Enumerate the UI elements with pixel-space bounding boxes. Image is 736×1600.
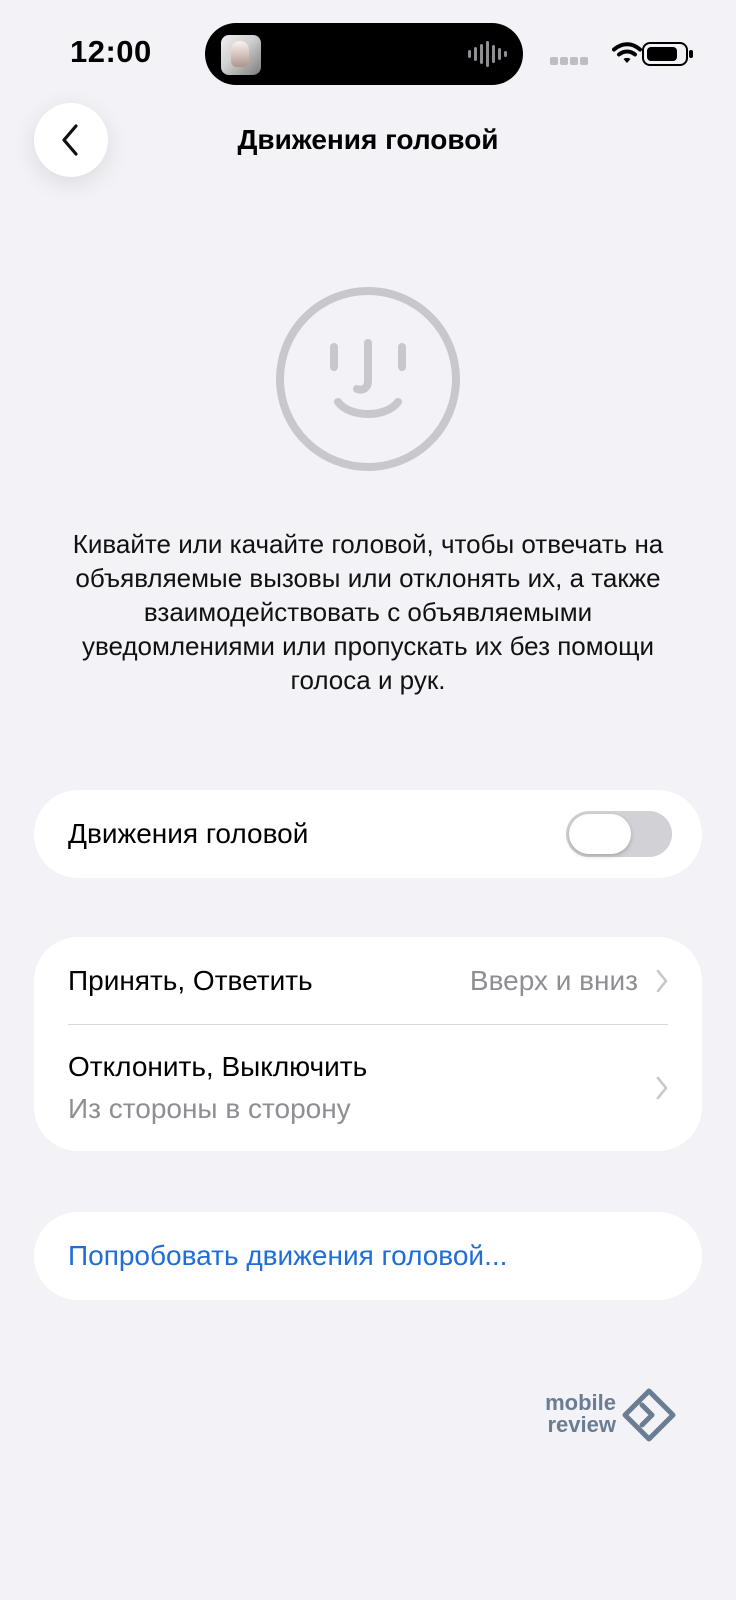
page-title: Движения головой	[237, 124, 499, 155]
accept-answer-label: Принять, Ответить	[68, 965, 313, 996]
accept-answer-value: Вверх и вниз	[469, 965, 638, 996]
chevron-right-icon	[656, 969, 668, 993]
audio-waveform-icon	[468, 41, 507, 67]
watermark-text: mobile review	[528, 1392, 616, 1436]
head-gestures-toggle-card: Движения головой	[34, 790, 702, 878]
accept-answer-row[interactable]: Принять, Ответить Вверх и вниз	[34, 937, 702, 1025]
dynamic-island[interactable]	[205, 23, 523, 85]
mobile-review-logo-icon	[622, 1388, 676, 1442]
try-head-gestures-link[interactable]: Попробовать движения головой...	[68, 1238, 507, 1274]
try-head-gestures-card[interactable]: Попробовать движения головой...	[34, 1212, 702, 1300]
mobile-review-watermark: mobile review	[528, 1386, 678, 1444]
status-icons	[534, 39, 694, 69]
switch-knob	[569, 814, 631, 854]
head-gestures-label: Движения головой	[68, 818, 309, 849]
album-art	[221, 35, 261, 75]
face-icon	[276, 287, 460, 471]
feature-description: Кивайте или качайте головой, чтобы отвеч…	[72, 529, 664, 695]
chevron-right-icon	[656, 1076, 668, 1100]
decline-dismiss-sublabel: Из стороны в сторону	[68, 1093, 351, 1124]
watermark-line-2: review	[547, 1412, 617, 1437]
status-bar: 12:00	[0, 0, 736, 100]
decline-dismiss-label: Отклонить, Выключить	[68, 1051, 368, 1082]
battery-icon	[642, 42, 693, 66]
wifi-icon	[612, 42, 642, 63]
chevron-left-icon	[62, 124, 78, 156]
cellular-signal-icon	[550, 57, 588, 65]
watermark-line-1: mobile	[545, 1390, 616, 1415]
head-gestures-switch[interactable]	[566, 811, 672, 857]
back-button[interactable]	[34, 103, 108, 177]
status-time: 12:00	[70, 34, 152, 69]
decline-dismiss-row[interactable]: Отклонить, Выключить Из стороны в сторон…	[34, 1025, 702, 1151]
gesture-settings-list: Принять, Ответить Вверх и вниз Отклонить…	[34, 937, 702, 1151]
